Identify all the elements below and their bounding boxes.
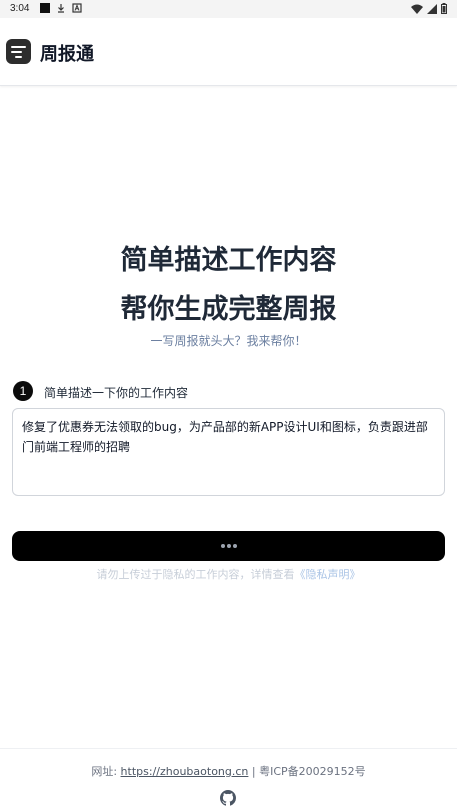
loading-dots-icon xyxy=(220,544,237,548)
step-number-badge: 1 xyxy=(13,381,33,401)
footer-divider xyxy=(0,748,457,749)
status-time: 3:04 xyxy=(10,3,30,14)
footer-separator: | xyxy=(251,765,256,778)
app-header: 周报通 xyxy=(0,18,457,86)
hero-subtitle: 一写周报就头大？我来帮你！ xyxy=(150,334,307,348)
hero-heading-line1: 简单描述工作内容 xyxy=(120,245,337,276)
signal-icon xyxy=(427,3,437,14)
step-label: 简单描述一下你的工作内容 xyxy=(44,386,189,400)
work-description-input[interactable]: 修复了优惠券无法领取的bug，为产品部的新APP设计UI和图标，负责跟进部门前端… xyxy=(12,408,445,496)
privacy-note-text: 请勿上传过于隐私的工作内容，详情查看 xyxy=(96,568,295,581)
list-lines-icon xyxy=(6,39,31,64)
app-title: 周报通 xyxy=(40,44,94,65)
status-right-icons xyxy=(411,3,447,14)
download-icon xyxy=(58,4,64,13)
battery-icon xyxy=(441,3,447,14)
footer-url-label: 网址: xyxy=(91,765,118,778)
privacy-note: 请勿上传过于隐私的工作内容，详情查看《隐私声明》 xyxy=(0,566,457,582)
footer-icp[interactable]: 粤ICP备20029152号 xyxy=(259,765,366,778)
status-left-icons xyxy=(40,3,82,13)
footer-info: 网址: https://zhoubaotong.cn | 粤ICP备200291… xyxy=(0,763,457,779)
status-bar: 3:04 xyxy=(0,0,457,18)
hero-heading-line2: 帮你生成完整周报 xyxy=(120,294,337,325)
notification-square-icon xyxy=(40,3,50,13)
privacy-policy-link[interactable]: 《隐私声明》 xyxy=(295,568,361,581)
github-icon[interactable] xyxy=(220,790,236,806)
footer-url-link[interactable]: https://zhoubaotong.cn xyxy=(121,765,249,778)
wifi-icon xyxy=(411,4,423,14)
a-box-icon xyxy=(72,3,82,13)
generate-report-button[interactable] xyxy=(12,531,445,561)
